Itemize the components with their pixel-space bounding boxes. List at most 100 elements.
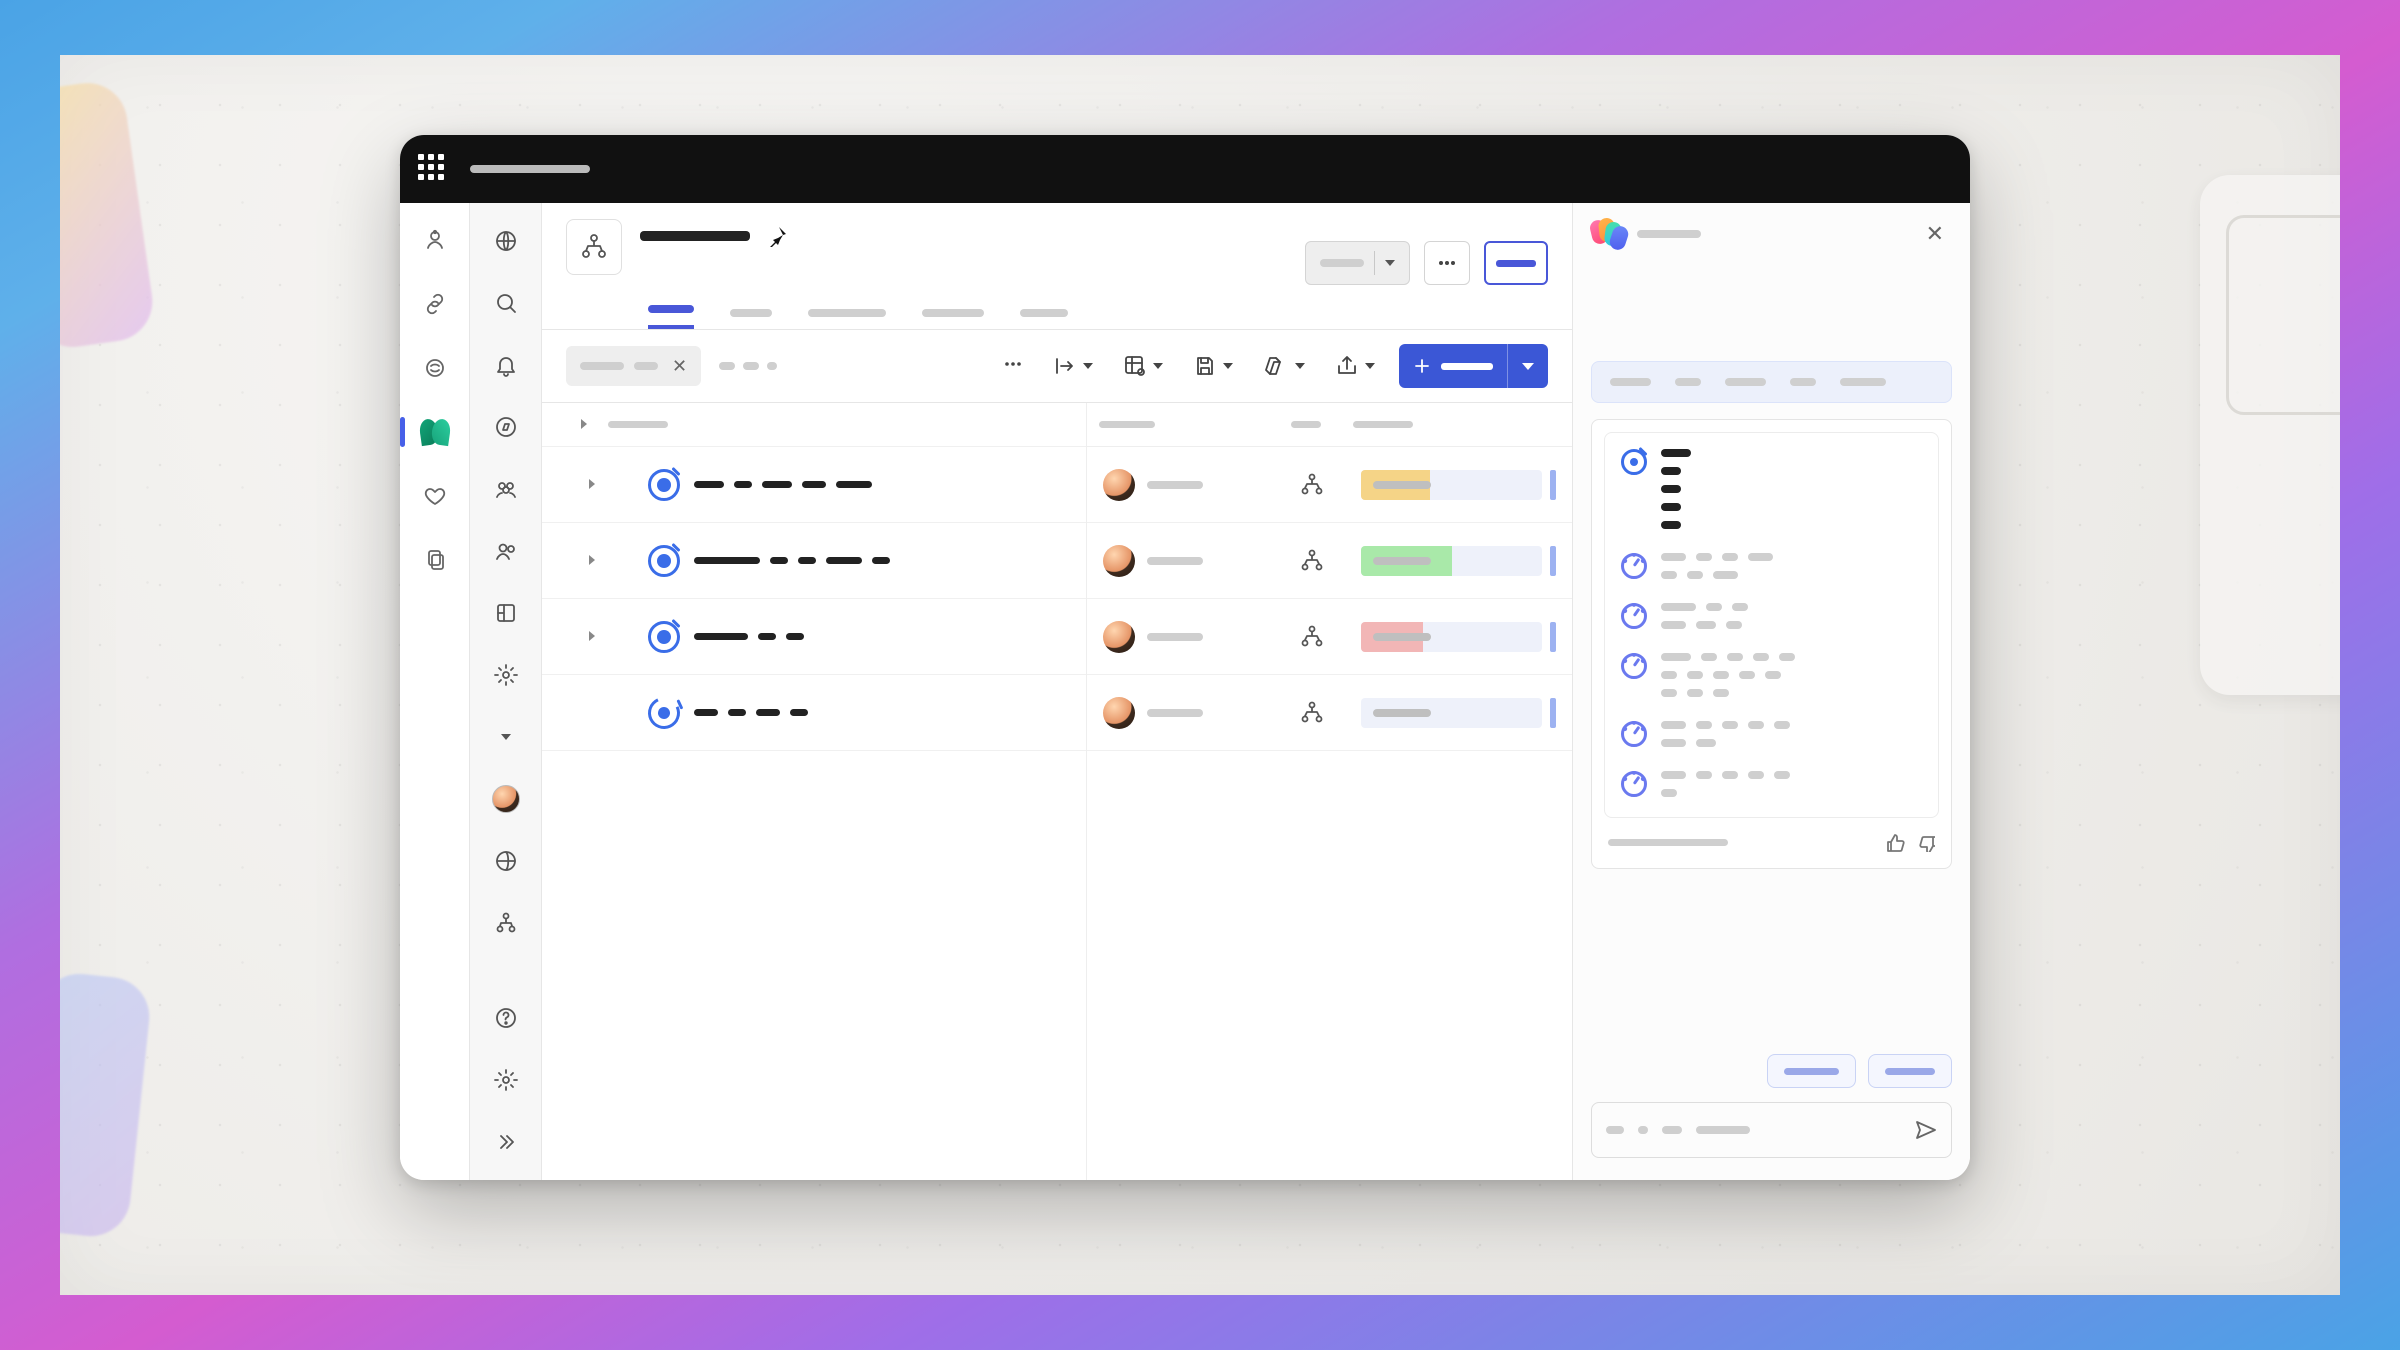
page-title: [640, 231, 750, 241]
toolbar-new[interactable]: [1399, 344, 1548, 388]
subrail-board[interactable]: [486, 593, 526, 633]
row-expand[interactable]: [582, 628, 602, 646]
chevron-down-icon: [1365, 363, 1375, 369]
chevrons-right-icon: [494, 1130, 518, 1154]
subrail-globe[interactable]: [486, 221, 526, 261]
subrail-people3[interactable]: [486, 469, 526, 509]
copilot-card-item: [1621, 721, 1922, 747]
pin-icon[interactable]: [766, 225, 788, 247]
tab-4[interactable]: [1020, 297, 1068, 329]
subrail-org[interactable]: [486, 903, 526, 943]
row-status[interactable]: [1361, 470, 1556, 500]
subrail-settings-bottom[interactable]: [486, 1060, 526, 1100]
header-primary[interactable]: [1484, 241, 1548, 285]
expand-all[interactable]: [574, 416, 594, 434]
content-area: [542, 403, 1572, 1180]
tab-2[interactable]: [808, 297, 886, 329]
subrail-expand[interactable]: [486, 717, 526, 757]
close-icon[interactable]: ✕: [668, 356, 691, 377]
rail-chat[interactable]: [416, 285, 454, 323]
rail-files[interactable]: [416, 541, 454, 579]
toolbar-grid[interactable]: [1117, 348, 1169, 384]
tab-3[interactable]: [922, 297, 984, 329]
toolbar-expand[interactable]: [1047, 348, 1099, 384]
subrail-search[interactable]: [486, 283, 526, 323]
send-icon[interactable]: [1913, 1118, 1937, 1142]
row-owner[interactable]: [1103, 469, 1263, 501]
app-launcher-icon[interactable]: [418, 154, 448, 184]
row-owner[interactable]: [1103, 697, 1263, 729]
row-owner[interactable]: [1103, 545, 1263, 577]
toolbar-copilot[interactable]: [1257, 348, 1311, 384]
row-owner[interactable]: [1103, 621, 1263, 653]
copilot-header: ✕: [1573, 203, 1970, 265]
app-body: ✕: [400, 203, 1970, 1180]
ellipsis-icon: [1003, 354, 1023, 378]
details-header: [1087, 403, 1572, 447]
rail-teams[interactable]: [416, 349, 454, 387]
status-separator: [1550, 470, 1556, 500]
copilot-close[interactable]: ✕: [1918, 217, 1952, 251]
row-org[interactable]: [1277, 548, 1347, 574]
toolbar-save[interactable]: [1187, 348, 1239, 384]
rail-activity[interactable]: [416, 221, 454, 259]
copilot-suggestion[interactable]: [1767, 1054, 1856, 1088]
thumbs-up-icon[interactable]: [1885, 832, 1905, 852]
row-status[interactable]: [1361, 546, 1556, 576]
subrail-collapse[interactable]: [486, 1122, 526, 1162]
target-icon: [643, 692, 684, 733]
row-expand[interactable]: [582, 552, 602, 570]
copilot-footer-text: [1608, 839, 1728, 846]
row-expand[interactable]: [582, 476, 602, 494]
toolbar-secondary[interactable]: [719, 362, 777, 370]
heart-hand-icon: [423, 484, 447, 508]
files-icon: [423, 548, 447, 572]
globe-icon: [494, 849, 518, 873]
chevron-right-icon: [581, 419, 587, 429]
subrail-avatar[interactable]: [486, 779, 526, 819]
row-org[interactable]: [1277, 624, 1347, 650]
copilot-input[interactable]: [1591, 1102, 1952, 1158]
tree-row[interactable]: [542, 523, 1086, 599]
tree-row[interactable]: [542, 675, 1086, 751]
row-title: [694, 633, 1070, 640]
org-icon: [494, 911, 518, 935]
subrail-people2[interactable]: [486, 531, 526, 571]
app-rail: [400, 203, 470, 1180]
rail-assign[interactable]: [416, 477, 454, 515]
toolbar-share[interactable]: [1329, 348, 1381, 384]
subrail-bell[interactable]: [486, 345, 526, 385]
copilot-prompt-pill[interactable]: [1591, 361, 1952, 403]
tab-1[interactable]: [730, 297, 772, 329]
save-icon: [1193, 354, 1215, 378]
gauge-icon: [1621, 553, 1647, 579]
row-status[interactable]: [1361, 622, 1556, 652]
row-status[interactable]: [1361, 698, 1556, 728]
copilot-input-placeholder: [1696, 1126, 1750, 1134]
subrail-compass[interactable]: [486, 407, 526, 447]
thumbs-down-icon[interactable]: [1915, 832, 1935, 852]
toolbar-more[interactable]: [997, 348, 1029, 384]
row-org[interactable]: [1277, 472, 1347, 498]
subrail-settings[interactable]: [486, 655, 526, 695]
subrail-globe2[interactable]: [486, 841, 526, 881]
gear-icon: [494, 663, 518, 687]
tree-row[interactable]: [542, 599, 1086, 675]
bell-icon: [494, 353, 518, 377]
detail-row: [1087, 675, 1572, 751]
grid-settings-icon: [1123, 354, 1145, 378]
avatar-icon: [1103, 545, 1135, 577]
row-title: [694, 557, 1070, 564]
subrail-help[interactable]: [486, 998, 526, 1038]
filter-chip[interactable]: ✕: [566, 346, 701, 386]
row-org[interactable]: [1277, 700, 1347, 726]
tree-row[interactable]: [542, 447, 1086, 523]
tab-0[interactable]: [648, 293, 694, 329]
avatar-icon: [1103, 697, 1135, 729]
gauge-icon: [1621, 771, 1647, 797]
rail-viva[interactable]: [416, 413, 454, 451]
tree-header-row: [542, 403, 1086, 447]
copilot-suggestion[interactable]: [1868, 1054, 1952, 1088]
header-dropdown[interactable]: [1305, 241, 1410, 285]
header-more[interactable]: [1424, 241, 1470, 285]
